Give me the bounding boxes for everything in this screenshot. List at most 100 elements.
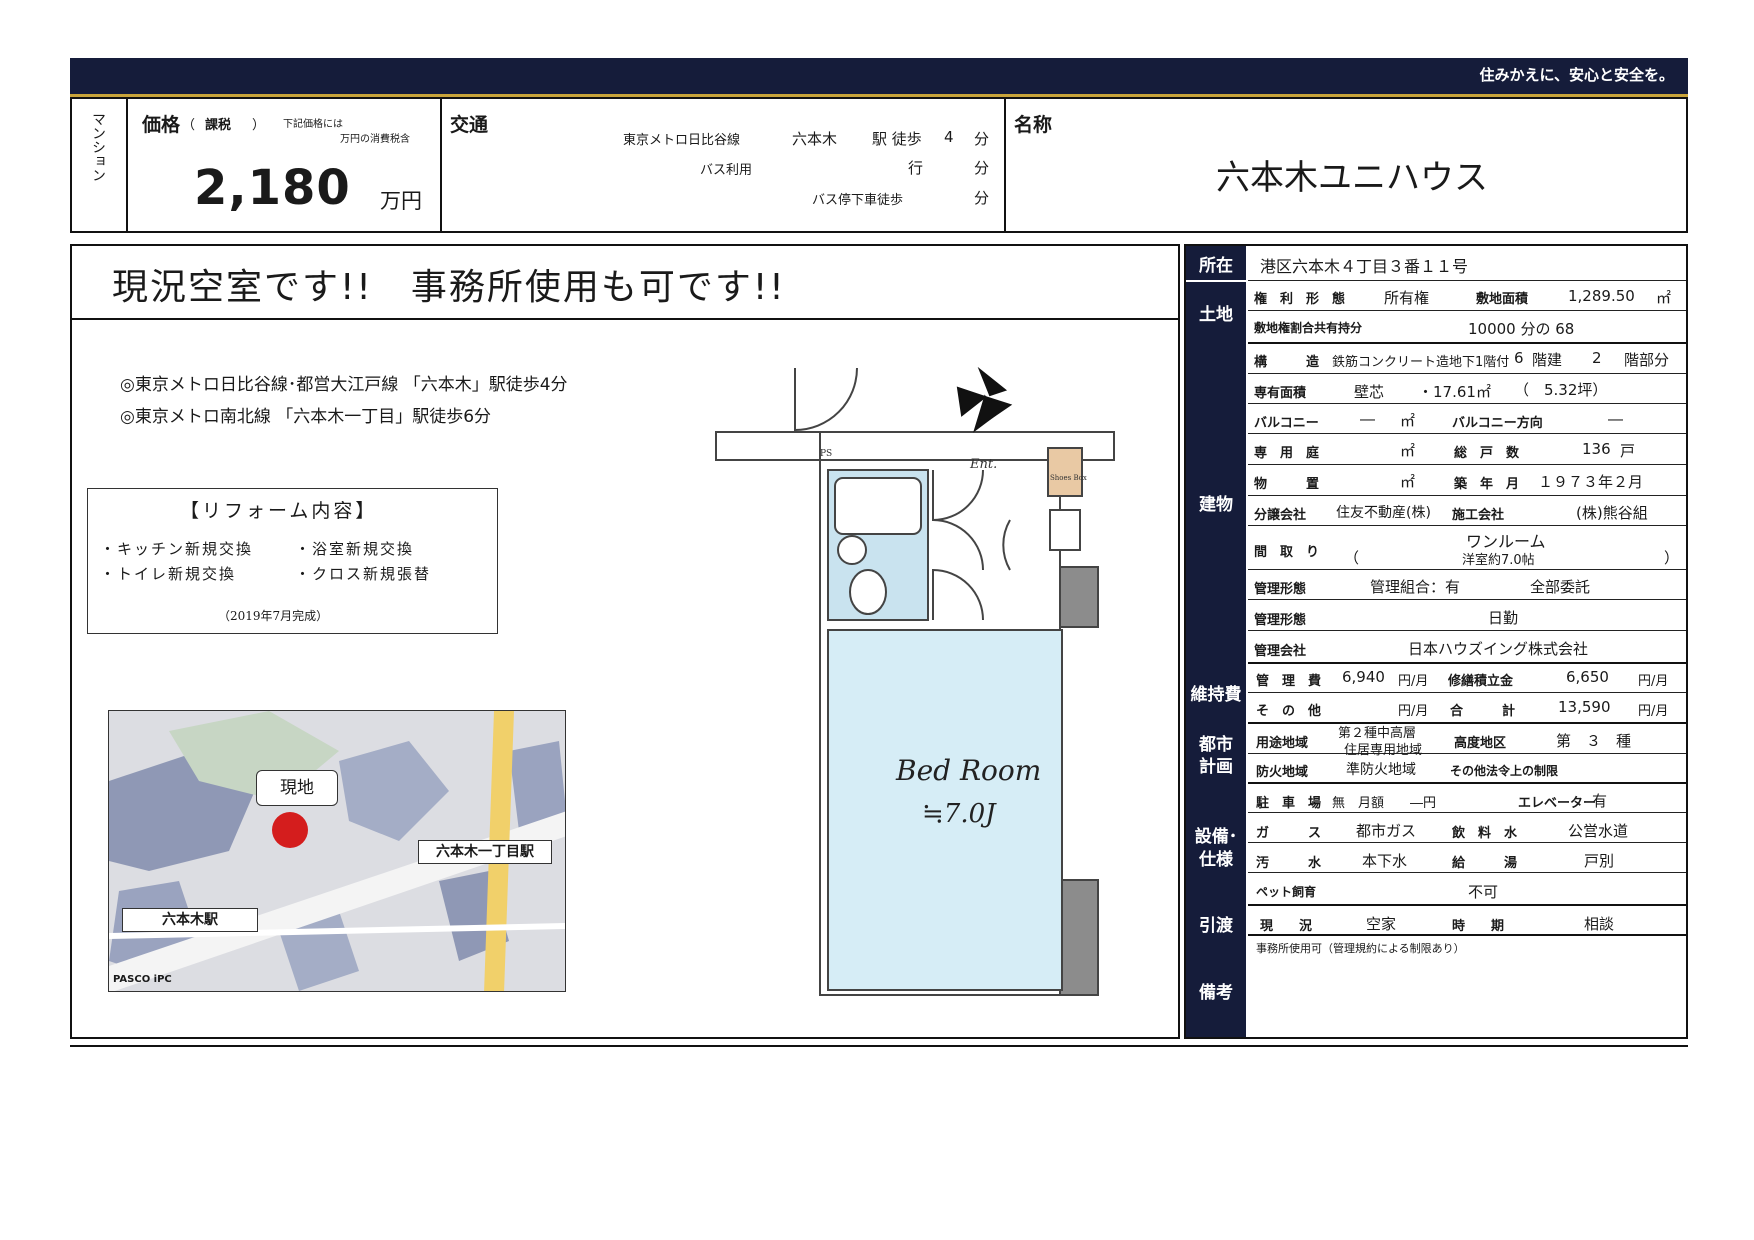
price-tax: 課税 [205,118,232,133]
layout-open: （ [1344,549,1360,567]
other-fee-label: そ の 他 [1256,704,1322,719]
mgmt-form2-label: 管理形態 [1254,613,1307,628]
height-district-label: 高度地区 [1454,736,1507,751]
gas-label: ガ ス [1256,826,1322,841]
exclusive-area-label: 専有面積 [1254,386,1307,401]
struct-label: 構 造 [1254,355,1320,370]
struct-floors: 6 [1514,349,1524,367]
banner-tagline: 住みかえに、安心と安全を。 [1479,66,1674,84]
land-rights: 所有権 [1384,289,1430,307]
use-zone-label: 用途地域 [1256,736,1309,751]
reserve-fund: 6,650 [1566,668,1609,686]
elevator: 有 [1592,792,1608,810]
price-tax-note-2: 万円の消費税含 [340,134,410,145]
handover-timing-label: 時 期 [1452,919,1505,934]
struct-floor: 2 [1592,349,1602,367]
other-restrictions: その他法令上の制限 [1450,764,1559,778]
exclusive-area-type: 壁芯 [1354,383,1385,401]
location-value: 港区六本木４丁目３番１１号 [1260,257,1469,276]
floorplan-ps: PS [820,449,832,459]
reform-title: 【リフォーム内容】 [180,500,378,522]
mgmt-fee: 6,940 [1342,668,1385,686]
balcony-value: ― [1360,410,1375,428]
transport-walk-3: バス停下車徒歩 [812,193,904,208]
balcony-unit: ㎡ [1400,412,1416,430]
constructor-label: 施工会社 [1452,508,1505,523]
mgmt-form-label: 管理形態 [1254,582,1307,597]
mgmt-entrust: 全部委託 [1530,578,1591,596]
property-type-label: マンション [90,112,106,182]
map-current-location-label: 現地 [256,770,338,806]
price-label: 価格 [142,114,181,136]
transport-unit-1: 分 [974,130,990,148]
mgmt-fee-unit: 円/月 [1398,674,1429,689]
reform-item-1: ・キッチン新規交換 [100,540,254,558]
reform-note: （2019年7月完成） [218,609,329,623]
sewage: 本下水 [1362,852,1408,870]
parking: 無 月額 ―円 [1332,796,1437,811]
pet: 不可 [1468,883,1499,901]
transport-unit-2: 分 [974,159,990,177]
parking-label: 駐 車 場 [1256,796,1322,811]
transport-line-2: バス利用 [700,163,753,178]
floorplan-shoebox: Shoes Box [1050,474,1087,482]
total-fee: 13,590 [1558,698,1611,716]
gas: 都市ガス [1356,822,1417,840]
mgmt-fee-label: 管 理 費 [1256,674,1322,689]
top-banner: 住みかえに、安心と安全を。 [70,58,1688,99]
map-credit: PASCO iPC [113,974,172,985]
section-building: 建物 [1186,490,1246,515]
compass-icon [956,366,1013,433]
reserve-fund-label: 修繕積立金 [1448,674,1514,689]
floorplan-entrance: Ent. [969,457,997,472]
garden-label: 専 用 庭 [1254,446,1320,461]
constructor: (株)熊谷組 [1576,504,1648,522]
balcony-label: バルコニー [1254,416,1319,431]
section-location: 所在 [1186,251,1246,276]
fire-zone-label: 防火地域 [1256,765,1309,780]
water-label: 飲 料 水 [1452,826,1518,841]
layout-detail: 洋室約7.0帖 [1462,553,1535,568]
transport-unit-3: 分 [974,189,990,207]
hot-water: 戸別 [1584,852,1615,870]
mgmt-form: 管理組合：有 [1370,578,1461,596]
height-district: 第 ３ 種 [1556,732,1632,750]
transport-walk-2: 行 [908,159,924,177]
reserve-fund-unit: 円/月 [1638,674,1669,689]
access-line-1: ◎東京メトロ日比谷線･都営大江戸線 「六本木」駅徒歩4分 [120,375,568,395]
reform-item-4: ・クロス新規張替 [295,565,432,583]
balcony-direction: ― [1608,410,1623,428]
mgmt-form2: 日勤 [1488,609,1519,627]
exclusive-area: ・17.61㎡ [1418,383,1491,401]
property-name: 六本木ユニハウス [1216,158,1488,198]
layout-label: 間 取 り [1254,545,1320,560]
storage-label: 物 置 [1254,477,1320,492]
fire-zone: 準防火地域 [1346,762,1416,778]
total-fee-label: 合 計 [1450,704,1516,719]
balcony-direction-label: バルコニー方向 [1452,416,1543,431]
price-tax-note-1: 下記価格には [283,119,343,130]
map-current-location-marker [272,812,308,848]
transport-walk-1: 駅 徒歩 [872,130,922,148]
transport-minutes-1: 4 [944,128,954,146]
exclusive-area-tsubo: （ 5.32坪） [1514,381,1608,399]
land-rights-label: 権 利 形 態 [1254,292,1346,307]
section-fees: 維持費 [1186,680,1246,705]
price-unit: 万円 [380,189,422,213]
section-facilities-1: 設備･ [1186,822,1246,847]
struct-value: 鉄筋コンクリート造地下1階付 [1332,355,1510,370]
land-area-label: 敷地面積 [1476,292,1529,307]
transport-line-1: 東京メトロ日比谷線 [623,133,741,148]
price-tax-close: ） [252,118,266,133]
water: 公営水道 [1568,822,1629,840]
map-station-label-roppongi: 六本木駅 [122,908,258,932]
floorplan-room-size: ≒7.0J [922,799,997,829]
hot-water-label: 給 湯 [1452,856,1518,871]
name-label: 名称 [1014,114,1053,136]
transport-label: 交通 [450,114,489,136]
section-city-2: 計画 [1186,752,1246,777]
price-value: 2,180 [194,160,351,216]
transport-station-1: 六本木 [792,130,838,148]
section-handover: 引渡 [1186,911,1246,936]
built-date-label: 築 年 月 [1454,477,1520,492]
